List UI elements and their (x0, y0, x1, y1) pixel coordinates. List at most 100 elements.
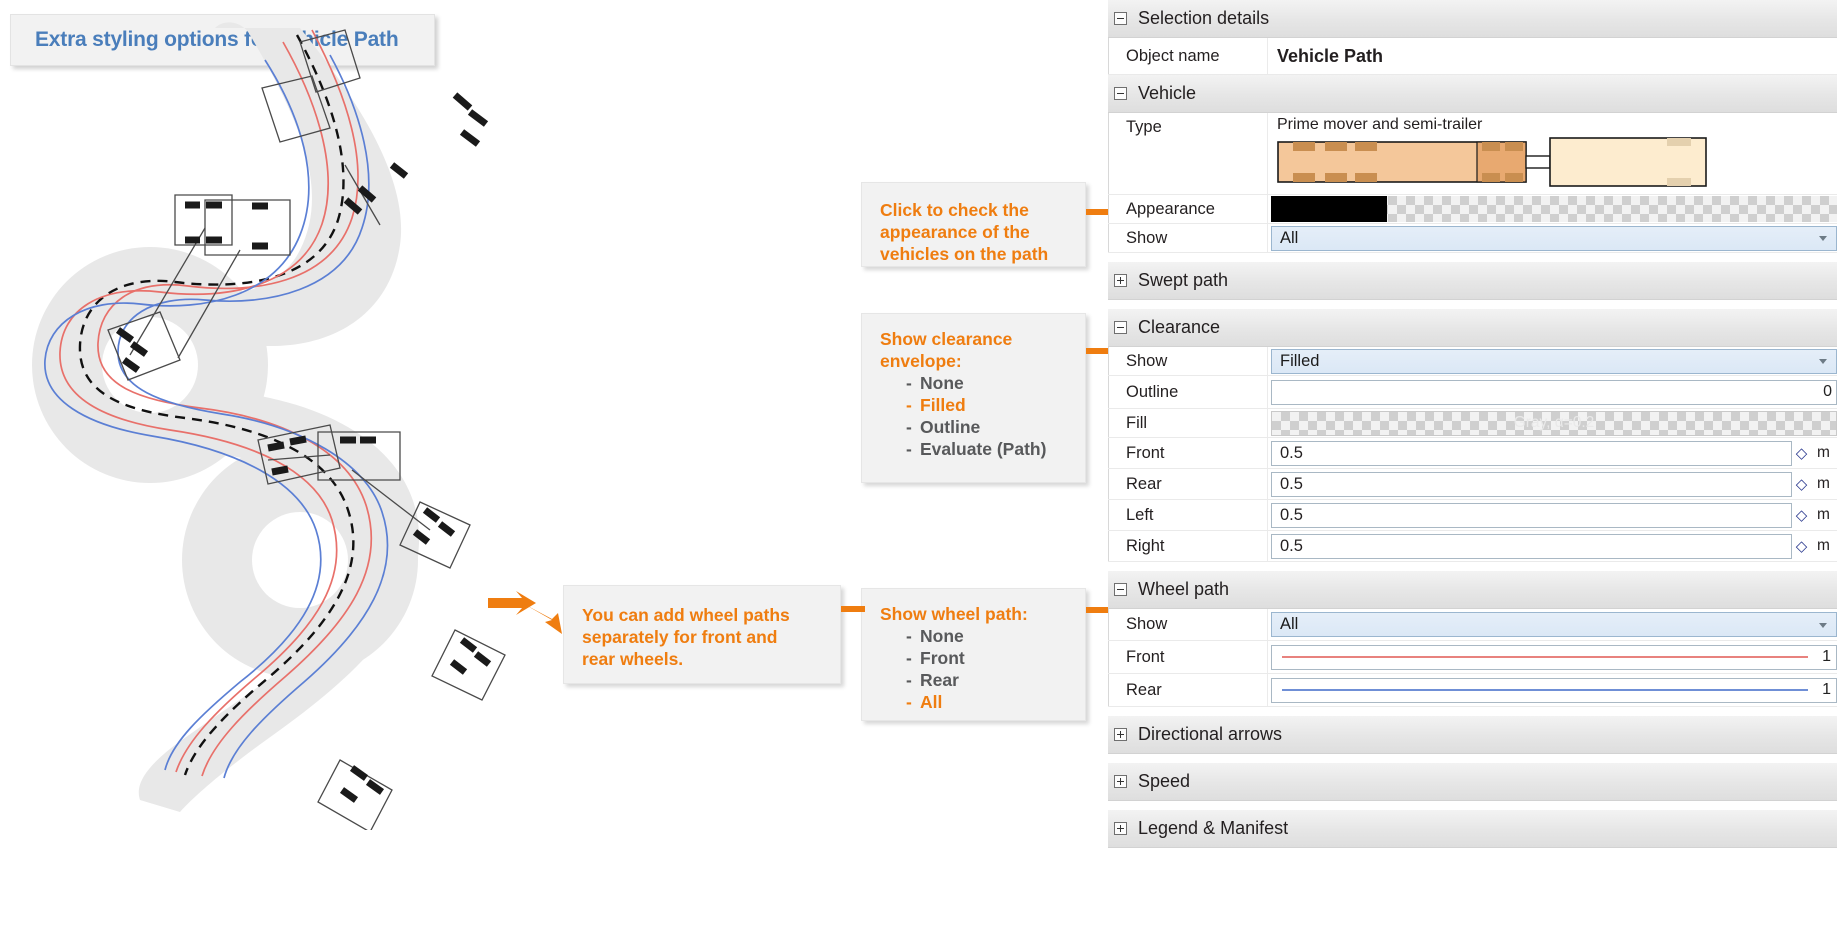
vehicle-type-value: Prime mover and semi-trailer (1277, 116, 1483, 133)
callout-wheelpath-note-line-1: separately for front and (582, 627, 778, 647)
expand-toggle-icon[interactable] (1114, 728, 1127, 741)
row-object-name: Object name Vehicle Path (1108, 38, 1837, 75)
callout-wheelpath-note-line-2: rear wheels. (582, 649, 684, 669)
path-drag-handle-arrows[interactable] (488, 591, 562, 634)
group-header-wheel-path[interactable]: Wheel path (1108, 571, 1837, 609)
panel-spacer (1108, 801, 1837, 810)
spinner-icon[interactable]: ◇ (1792, 537, 1811, 555)
expand-toggle-icon[interactable] (1114, 775, 1127, 788)
group-header-swept-path[interactable]: Swept path (1108, 262, 1837, 300)
collapse-toggle-icon[interactable] (1114, 321, 1127, 334)
chevron-down-icon[interactable] (1819, 359, 1827, 364)
callout-wheelpath-option-none: - None (906, 626, 964, 646)
row-wheelpath-front: Front 1 (1108, 641, 1837, 674)
vehicle-show-value: All (1280, 228, 1299, 247)
row-label: Fill (1108, 409, 1268, 437)
callout-wheelpath-note-line-0: You can add wheel paths (582, 605, 790, 625)
group-header-directional-arrows[interactable]: Directional arrows (1108, 716, 1837, 754)
group-label: Directional arrows (1138, 724, 1283, 744)
group-label: Clearance (1138, 317, 1221, 337)
panel-spacer (1108, 754, 1837, 763)
callout-clearance-heading-0: Show clearance (880, 329, 1013, 349)
rear-line-preview (1282, 689, 1808, 691)
group-header-selection-details[interactable]: Selection details (1108, 0, 1837, 38)
clearance-left-value: 0.5 (1280, 505, 1303, 524)
row-label: Rear (1108, 469, 1268, 499)
group-label: Vehicle (1138, 83, 1197, 103)
row-clearance-right: Right 0.5 ◇ m (1108, 531, 1837, 562)
row-label: Show (1108, 224, 1268, 252)
panel-spacer (1108, 562, 1837, 571)
clearance-show-value: Filled (1280, 351, 1320, 370)
row-wheelpath-show: Show All (1108, 609, 1837, 641)
callout-wheelpath-option-rear: - Rear (906, 670, 959, 690)
clearance-rear-value: 0.5 (1280, 474, 1303, 493)
clearance-right-input[interactable]: 0.5 (1271, 533, 1792, 559)
chevron-down-icon[interactable] (1819, 622, 1827, 628)
callout-appearance-line-1: appearance of the (880, 222, 1030, 242)
rear-line-width: 1 (1822, 681, 1831, 698)
row-vehicle-appearance: Appearance (1108, 195, 1837, 224)
group-header-legend-manifest[interactable]: Legend & Manifest (1108, 810, 1837, 848)
row-label: Object name (1108, 38, 1268, 74)
clearance-fill-swatch[interactable]: Gray, α=0.2 (1271, 410, 1837, 436)
callout-wheelpath-note-connector (841, 606, 865, 612)
callout-appearance-line-0: Click to check the (880, 200, 1029, 220)
group-label: Legend & Manifest (1138, 818, 1289, 838)
clearance-front-input[interactable]: 0.5 (1271, 440, 1792, 466)
clearance-outline-field[interactable]: 0 (1271, 379, 1837, 405)
clearance-left-input[interactable]: 0.5 (1271, 502, 1792, 528)
clearance-show-combobox[interactable]: Filled (1271, 348, 1837, 374)
collapse-toggle-icon[interactable] (1114, 583, 1127, 596)
spinner-icon[interactable]: ◇ (1792, 475, 1811, 493)
collapse-toggle-icon[interactable] (1114, 12, 1127, 25)
group-header-clearance[interactable]: Clearance (1108, 309, 1837, 347)
row-label: Rear (1108, 674, 1268, 706)
wheelpath-front-line-style[interactable]: 1 (1271, 644, 1837, 670)
group-header-speed[interactable]: Speed (1108, 763, 1837, 801)
collapse-toggle-icon[interactable] (1114, 87, 1127, 100)
row-label: Show (1108, 609, 1268, 640)
panel-spacer (1108, 253, 1837, 262)
clearance-fill-label: Gray, α=0.2 (1513, 414, 1595, 431)
row-label: Outline (1108, 376, 1268, 408)
callout-appearance: Click to check the appearance of the veh… (861, 182, 1086, 267)
group-header-vehicle[interactable]: Vehicle (1108, 75, 1837, 113)
callout-wheelpath-option-front: - Front (906, 648, 965, 668)
row-vehicle-show: Show All (1108, 224, 1837, 253)
group-label: Speed (1138, 771, 1191, 791)
spinner-icon[interactable]: ◇ (1792, 506, 1811, 524)
row-label: Type (1108, 113, 1268, 194)
row-vehicle-type: Type Prime mover and semi-trailer (1108, 113, 1837, 195)
callout-clearance-heading-1: envelope: (880, 351, 962, 371)
unit-label: m (1817, 537, 1830, 554)
group-label: Wheel path (1138, 579, 1230, 599)
unit-label: m (1817, 475, 1830, 492)
row-label: Front (1108, 641, 1268, 673)
row-clearance-show: Show Filled (1108, 347, 1837, 376)
appearance-swatch[interactable] (1271, 196, 1837, 222)
wheelpath-show-value: All (1280, 615, 1299, 633)
row-clearance-front: Front 0.5 ◇ m (1108, 438, 1837, 469)
properties-panel: Selection details Object name Vehicle Pa… (1108, 0, 1837, 952)
callout-wheelpath-note: You can add wheel paths separately for f… (563, 585, 841, 684)
callout-wheelpath: Show wheel path: - None - Front - Rear - All (861, 588, 1086, 721)
vehicle-show-combobox[interactable]: All (1271, 225, 1837, 251)
row-clearance-left: Left 0.5 ◇ m (1108, 500, 1837, 531)
wheelpath-show-combobox[interactable]: All (1271, 612, 1837, 637)
callout-clearance-option-outline: - Outline (906, 417, 981, 437)
unit-label: m (1817, 444, 1830, 461)
vehicle-preview-icon[interactable] (1277, 136, 1707, 188)
row-label: Right (1108, 531, 1268, 561)
row-label: Appearance (1108, 195, 1268, 223)
expand-toggle-icon[interactable] (1114, 822, 1127, 835)
chevron-down-icon[interactable] (1819, 236, 1827, 241)
callout-appearance-line-2: vehicles on the path (880, 244, 1049, 264)
panel-spacer (1108, 300, 1837, 309)
group-label: Selection details (1138, 8, 1270, 28)
wheelpath-rear-line-style[interactable]: 1 (1271, 677, 1837, 703)
expand-toggle-icon[interactable] (1114, 274, 1127, 287)
row-clearance-outline: Outline 0 (1108, 376, 1837, 409)
clearance-rear-input[interactable]: 0.5 (1271, 471, 1792, 497)
spinner-icon[interactable]: ◇ (1792, 444, 1811, 462)
